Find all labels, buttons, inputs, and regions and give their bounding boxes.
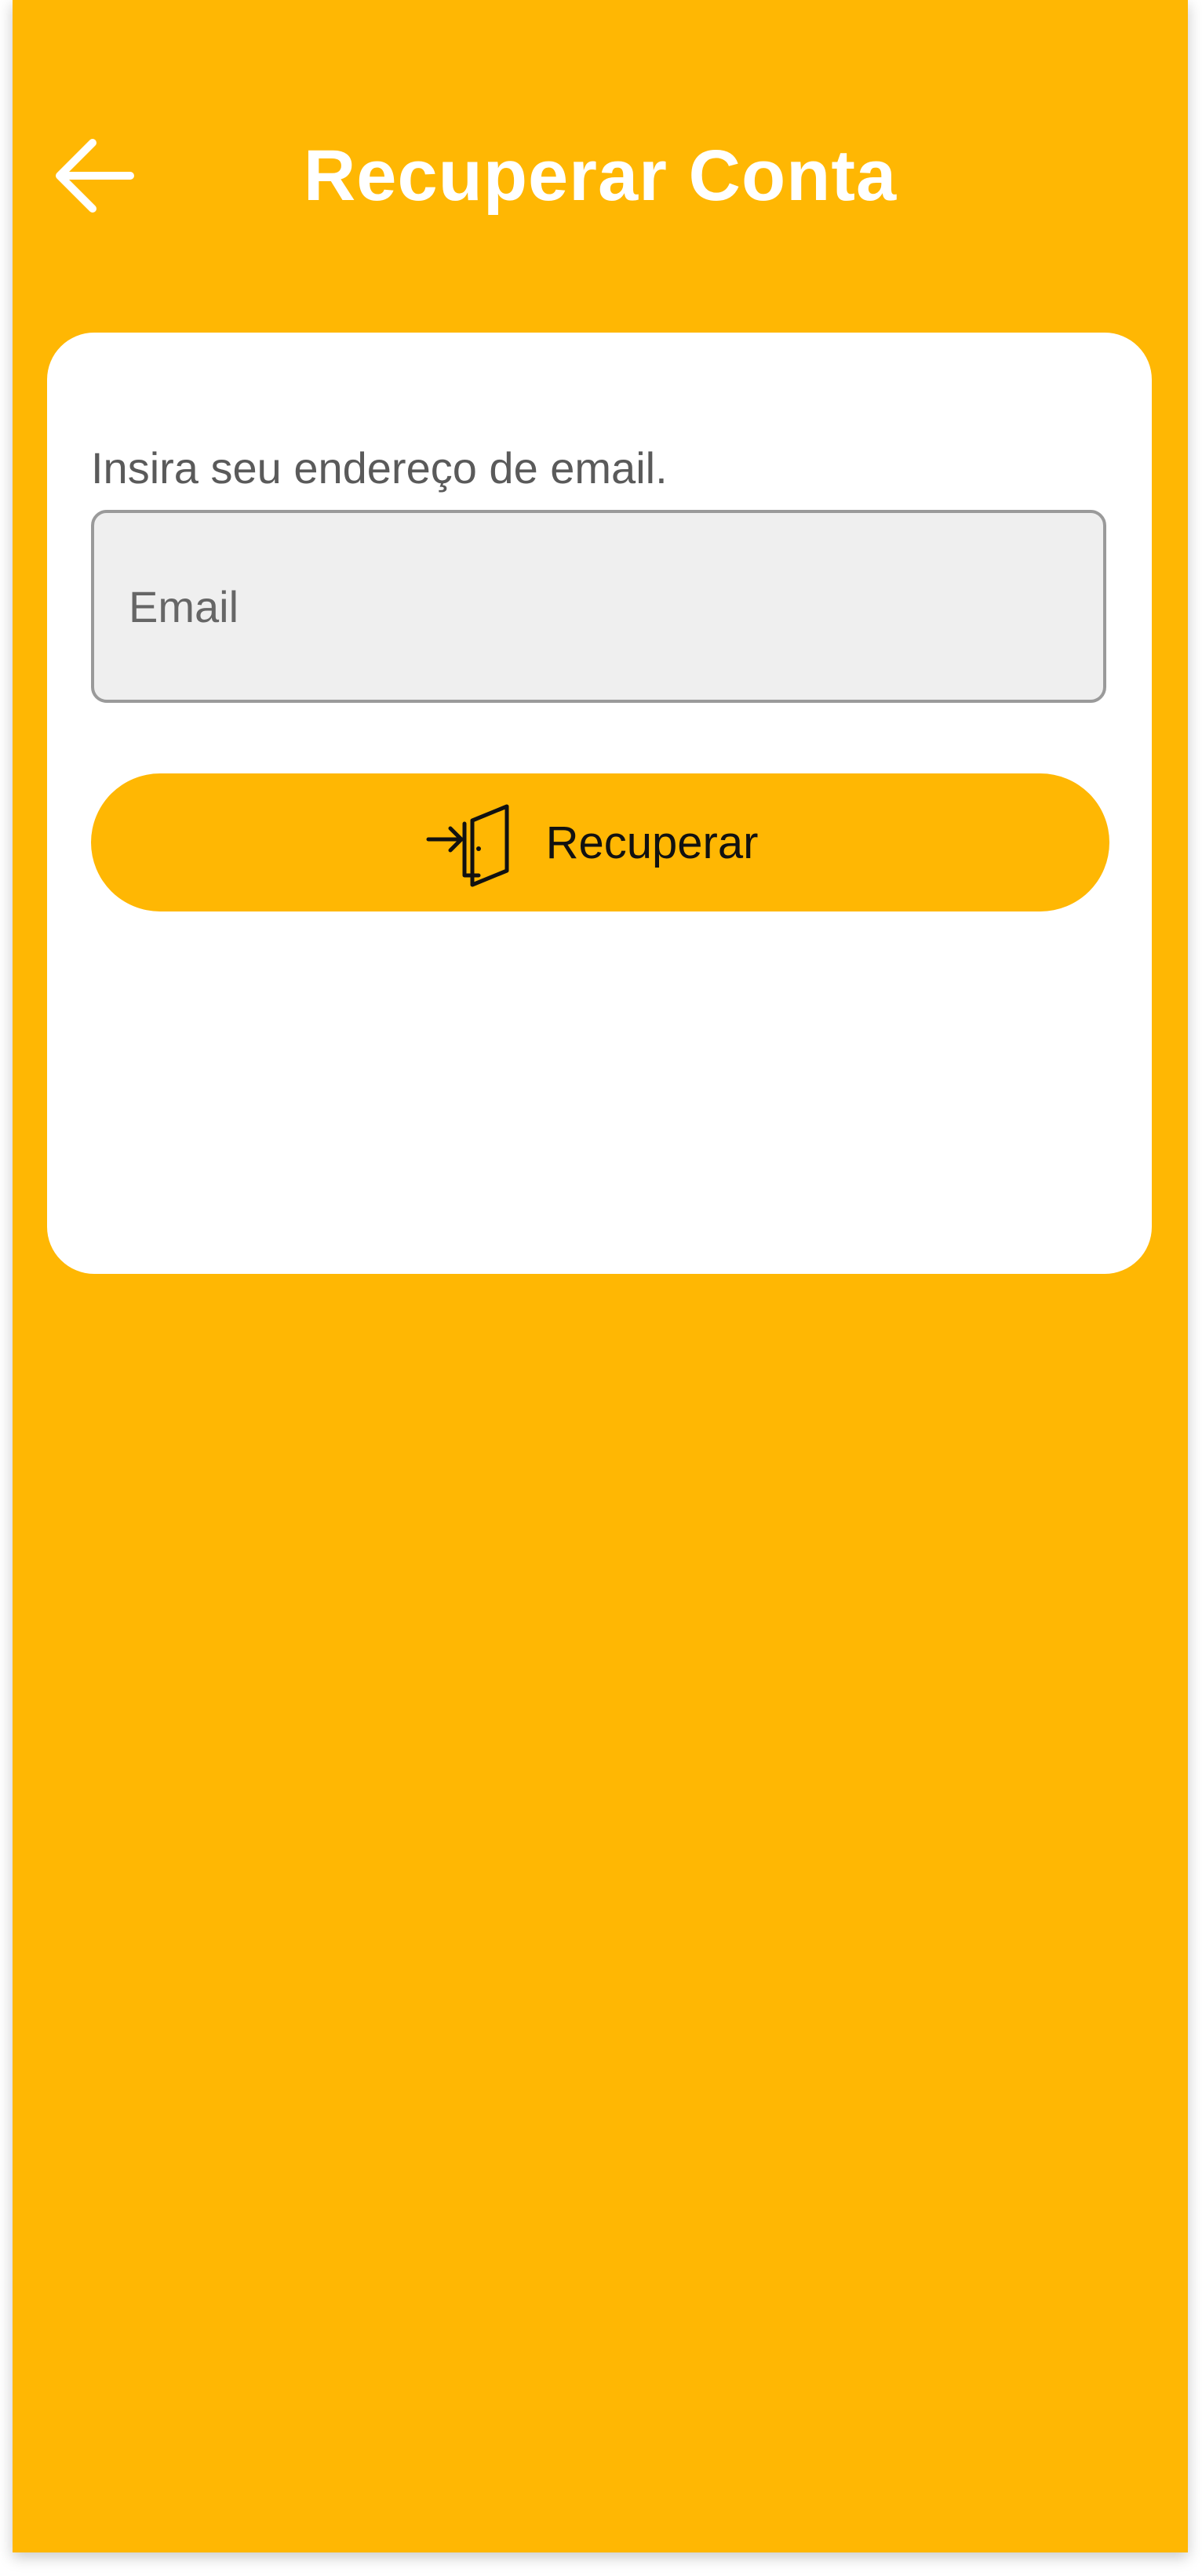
- door-enter-icon: [424, 797, 515, 888]
- app-screen: Recuperar Conta Insira seu endereço de e…: [13, 0, 1188, 2552]
- recover-card: Insira seu endereço de email. Recuperar: [47, 333, 1152, 1274]
- email-field[interactable]: [91, 510, 1106, 703]
- email-instruction-label: Insira seu endereço de email.: [91, 443, 668, 493]
- recover-button-label: Recuperar: [545, 817, 759, 868]
- page-title: Recuperar Conta: [303, 136, 898, 216]
- recover-button[interactable]: Recuperar: [91, 773, 1109, 911]
